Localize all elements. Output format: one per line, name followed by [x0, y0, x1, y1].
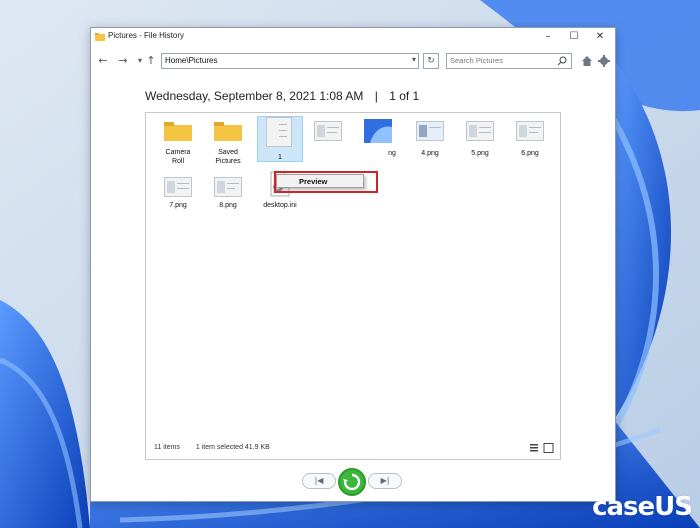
separator: |	[374, 89, 378, 103]
window-title: Pictures - File History	[108, 31, 185, 40]
view-toggle[interactable]	[530, 443, 554, 453]
forward-button[interactable]: →	[115, 53, 131, 69]
file-8-png[interactable]: 8.png	[206, 177, 250, 217]
file-6-png[interactable]: 6.png	[508, 121, 552, 171]
image-thumbnail	[364, 119, 392, 143]
status-bar: 11 items 1 item selected 41.9 KB	[154, 444, 284, 451]
item-label: desktop.ini	[263, 202, 297, 209]
refresh-button[interactable]: ↻	[423, 53, 439, 69]
item-label: 7.png	[169, 202, 187, 209]
annotation-highlight	[274, 171, 378, 193]
minimize-button[interactable]: –	[535, 28, 561, 46]
item-count: 11 items	[154, 444, 180, 451]
item-label: 8.png	[219, 202, 237, 209]
title-bar: Pictures - File History – ☐ ✕	[91, 28, 615, 48]
brand-logo: caseUS	[592, 492, 693, 522]
gear-icon[interactable]	[598, 55, 610, 67]
item-label: 5.png	[471, 150, 489, 157]
previous-version-button[interactable]: |◀	[302, 473, 336, 489]
image-thumbnail	[164, 177, 192, 197]
item-label: 6.png	[521, 150, 539, 157]
back-button[interactable]: ←	[95, 53, 111, 69]
search-input[interactable]: Search Pictures	[446, 53, 572, 69]
file-history-window: Pictures - File History – ☐ ✕ ← → ▾ ↑ Ho…	[90, 27, 616, 502]
item-label: Saved Pictures	[215, 149, 241, 165]
next-version-button[interactable]: ▶|	[368, 473, 402, 489]
version-position: 1 of 1	[389, 89, 420, 103]
up-button[interactable]: ↑	[143, 53, 159, 69]
folder-icon	[95, 33, 105, 41]
address-path: Home\Pictures	[165, 56, 218, 65]
search-icon[interactable]	[557, 56, 567, 66]
navigation-bar: ← → ▾ ↑ Home\Pictures ▾ ↻ Search Picture…	[91, 50, 615, 74]
address-bar[interactable]: Home\Pictures ▾	[161, 53, 419, 69]
image-thumbnail	[466, 121, 494, 141]
chevron-down-icon[interactable]: ▾	[412, 55, 416, 64]
file-3-png[interactable]: ng	[356, 119, 400, 169]
file-4-png[interactable]: 4.png	[408, 121, 452, 171]
file-1-png[interactable]: 1	[258, 117, 302, 167]
close-button[interactable]: ✕	[587, 28, 613, 46]
file-5-png[interactable]: 5.png	[458, 121, 502, 171]
playback-controls: |◀ ▶|	[302, 468, 402, 498]
restore-button[interactable]	[338, 468, 366, 496]
folder-camera-roll[interactable]: Camera Roll	[156, 121, 200, 171]
item-label: 4.png	[421, 150, 439, 157]
file-list-pane: Camera Roll Saved Pictures 1 ng 4.png 5.…	[145, 112, 561, 460]
image-thumbnail	[416, 121, 444, 141]
large-icons-view-icon	[543, 443, 554, 453]
item-label: Camera Roll	[165, 149, 191, 165]
details-view-icon	[530, 444, 538, 452]
backup-date: Wednesday, September 8, 2021 1:08 AM	[145, 89, 364, 103]
image-thumbnail	[214, 177, 242, 197]
image-thumbnail	[516, 121, 544, 141]
folder-icon	[164, 122, 192, 141]
backup-timestamp: Wednesday, September 8, 2021 1:08 AM | 1…	[145, 89, 419, 103]
image-thumbnail	[266, 117, 292, 147]
home-icon[interactable]	[581, 55, 593, 67]
folder-saved-pictures[interactable]: Saved Pictures	[206, 121, 250, 171]
item-label: 1	[278, 154, 282, 161]
image-thumbnail	[314, 121, 342, 141]
file-2-png[interactable]	[306, 121, 350, 171]
file-7-png[interactable]: 7.png	[156, 177, 200, 217]
selection-info: 1 item selected 41.9 KB	[195, 444, 270, 451]
restore-icon	[343, 473, 361, 491]
folder-icon	[214, 122, 242, 141]
maximize-button[interactable]: ☐	[561, 28, 587, 46]
search-placeholder: Search Pictures	[450, 56, 503, 65]
